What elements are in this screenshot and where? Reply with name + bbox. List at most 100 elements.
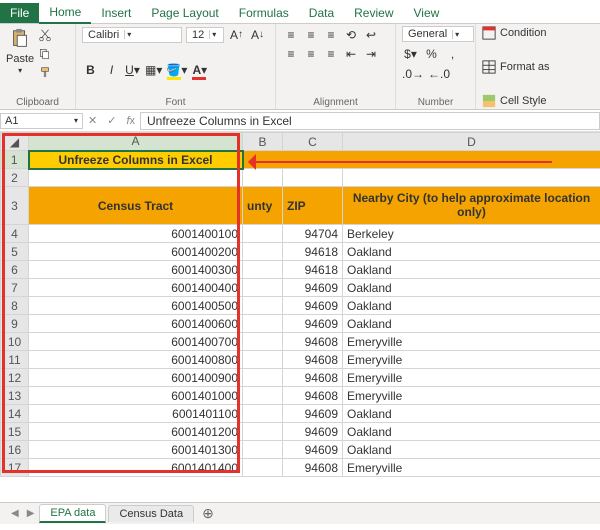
cell-zip[interactable]: 94608 — [283, 387, 343, 405]
row-header[interactable]: 11 — [1, 351, 29, 369]
header-county[interactable]: unty — [243, 187, 283, 225]
cell-tract[interactable]: 6001401200 — [29, 423, 243, 441]
cell-zip[interactable]: 94608 — [283, 333, 343, 351]
formula-bar[interactable]: Unfreeze Columns in Excel — [140, 112, 600, 130]
cell-zip[interactable]: 94609 — [283, 405, 343, 423]
cell-county[interactable] — [243, 315, 283, 333]
fx-icon[interactable]: fx — [121, 115, 140, 127]
cell-zip[interactable]: 94704 — [283, 225, 343, 243]
align-left-icon[interactable]: ≡ — [282, 45, 300, 62]
cell-styles-button[interactable]: Cell Style — [482, 94, 594, 108]
worksheet-grid[interactable]: ◢ A B C D 1 Unfreeze Columns in Excel 2 … — [0, 132, 600, 502]
currency-icon[interactable]: $▾ — [402, 45, 419, 62]
cell-city[interactable]: Berkeley — [343, 225, 600, 243]
row-header[interactable]: 13 — [1, 387, 29, 405]
cell-county[interactable] — [243, 225, 283, 243]
sheet-tab-census-data[interactable]: Census Data — [108, 505, 194, 522]
cell-zip[interactable]: 94608 — [283, 351, 343, 369]
cell-county[interactable] — [243, 459, 283, 477]
enter-icon[interactable]: ✓ — [102, 114, 121, 127]
format-as-table-button[interactable]: Format as — [482, 60, 594, 74]
cell-tract[interactable]: 6001400300 — [29, 261, 243, 279]
tab-page-layout[interactable]: Page Layout — [141, 3, 228, 23]
cell-zip[interactable]: 94608 — [283, 459, 343, 477]
tab-data[interactable]: Data — [299, 3, 344, 23]
cell-tract[interactable]: 6001400700 — [29, 333, 243, 351]
row-header[interactable]: 8 — [1, 297, 29, 315]
cell-city[interactable]: Emeryville — [343, 351, 600, 369]
col-header-b[interactable]: B — [243, 133, 283, 151]
bold-button[interactable]: B — [82, 62, 99, 79]
cell-zip[interactable]: 94609 — [283, 297, 343, 315]
align-top-icon[interactable]: ≡ — [282, 26, 300, 43]
orientation-icon[interactable]: ⟲ — [342, 26, 360, 43]
row-header[interactable]: 16 — [1, 441, 29, 459]
cell-tract[interactable]: 6001400200 — [29, 243, 243, 261]
cell-zip[interactable]: 94609 — [283, 315, 343, 333]
align-middle-icon[interactable]: ≡ — [302, 26, 320, 43]
cell-zip[interactable]: 94608 — [283, 369, 343, 387]
cell-county[interactable] — [243, 243, 283, 261]
tab-formulas[interactable]: Formulas — [229, 3, 299, 23]
row-header[interactable]: 9 — [1, 315, 29, 333]
cell-tract[interactable]: 6001400800 — [29, 351, 243, 369]
conditional-formatting-button[interactable]: Condition — [482, 26, 594, 40]
row-header[interactable]: 6 — [1, 261, 29, 279]
tab-file[interactable]: File — [0, 3, 39, 23]
cell-county[interactable] — [243, 405, 283, 423]
increase-font-icon[interactable]: A↑ — [228, 26, 245, 43]
cell-city[interactable]: Oakland — [343, 279, 600, 297]
cell-zip[interactable]: 94618 — [283, 261, 343, 279]
header-census-tract[interactable]: Census Tract — [29, 187, 243, 225]
fill-color-button[interactable]: 🪣▾ — [166, 62, 187, 79]
decrease-font-icon[interactable]: A↓ — [249, 26, 266, 43]
align-bottom-icon[interactable]: ≡ — [322, 26, 340, 43]
cell-city[interactable]: Oakland — [343, 423, 600, 441]
font-name-combo[interactable]: Calibri▾ — [82, 27, 182, 43]
cell-county[interactable] — [243, 441, 283, 459]
row-header[interactable]: 7 — [1, 279, 29, 297]
cell-tract[interactable]: 6001401300 — [29, 441, 243, 459]
sheet-nav-next[interactable]: ▶ — [24, 508, 38, 519]
font-size-combo[interactable]: 12▾ — [186, 27, 224, 43]
header-nearby-city[interactable]: Nearby City (to help approximate locatio… — [343, 187, 600, 225]
row-header-1[interactable]: 1 — [1, 151, 29, 169]
cell-city[interactable]: Oakland — [343, 441, 600, 459]
align-right-icon[interactable]: ≡ — [322, 45, 340, 62]
tab-view[interactable]: View — [404, 3, 450, 23]
col-header-c[interactable]: C — [283, 133, 343, 151]
cell-city[interactable]: Emeryville — [343, 369, 600, 387]
cell-county[interactable] — [243, 387, 283, 405]
cell-county[interactable] — [243, 369, 283, 387]
cell-a2[interactable] — [29, 169, 243, 187]
cell-tract[interactable]: 6001401000 — [29, 387, 243, 405]
tab-review[interactable]: Review — [344, 3, 403, 23]
format-painter-icon[interactable] — [38, 66, 52, 83]
cell-county[interactable] — [243, 297, 283, 315]
row-header[interactable]: 10 — [1, 333, 29, 351]
new-sheet-button[interactable]: ⊕ — [196, 505, 220, 522]
row-header[interactable]: 4 — [1, 225, 29, 243]
percent-icon[interactable]: % — [423, 45, 440, 62]
cell-tract[interactable]: 6001401400 — [29, 459, 243, 477]
col-header-a[interactable]: A — [29, 133, 243, 151]
cell-county[interactable] — [243, 333, 283, 351]
row-header[interactable]: 12 — [1, 369, 29, 387]
row-header[interactable]: 5 — [1, 243, 29, 261]
row-header[interactable]: 17 — [1, 459, 29, 477]
cell-tract[interactable]: 6001400900 — [29, 369, 243, 387]
cancel-icon[interactable]: ✕ — [83, 114, 102, 127]
cell-city[interactable]: Oakland — [343, 315, 600, 333]
cell-tract[interactable]: 6001401100 — [29, 405, 243, 423]
row-header[interactable]: 14 — [1, 405, 29, 423]
cell-tract[interactable]: 6001400100 — [29, 225, 243, 243]
cell-tract[interactable]: 6001400500 — [29, 297, 243, 315]
decrease-indent-icon[interactable]: ⇤ — [342, 45, 360, 62]
header-zip[interactable]: ZIP — [283, 187, 343, 225]
cut-icon[interactable] — [38, 28, 52, 45]
sheet-nav-prev[interactable]: ◀ — [8, 508, 22, 519]
col-header-d[interactable]: D — [343, 133, 600, 151]
cell-zip[interactable]: 94609 — [283, 441, 343, 459]
cell-tract[interactable]: 6001400400 — [29, 279, 243, 297]
name-box[interactable]: A1▾ — [0, 113, 83, 129]
